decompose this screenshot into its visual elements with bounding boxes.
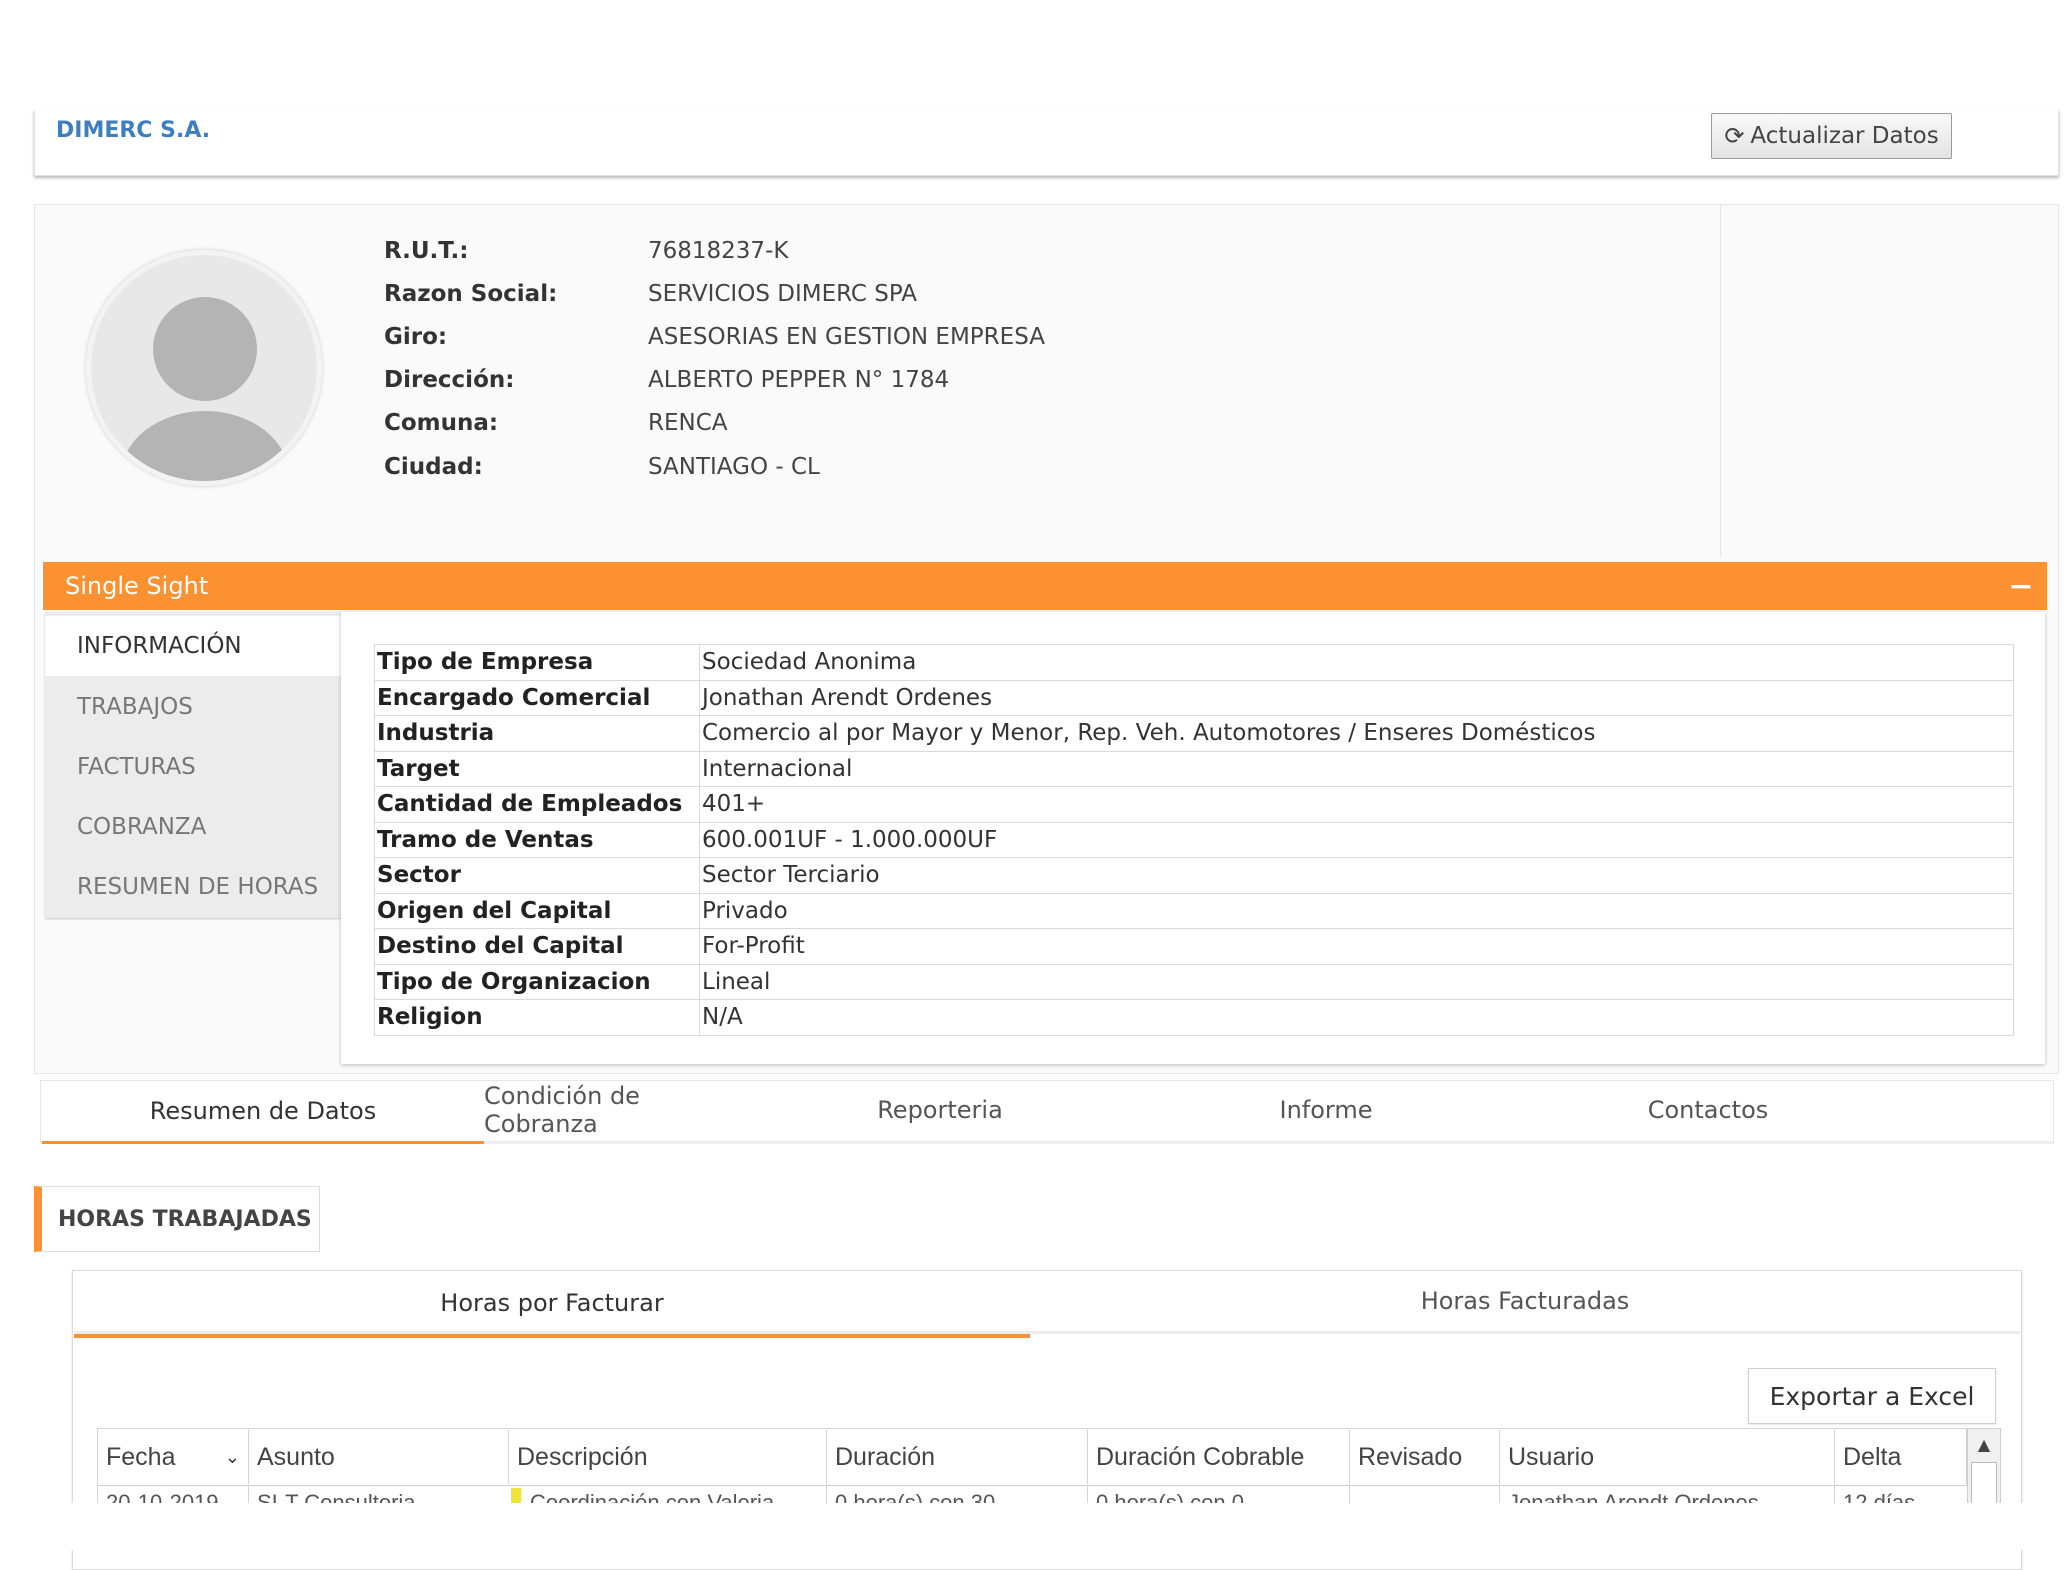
- attribute-key: Encargado Comercial: [374, 679, 700, 716]
- table-row: Industria Comercio al por Mayor y Menor, …: [374, 715, 2014, 752]
- table-row: Sector Sector Terciario: [374, 857, 2014, 894]
- column-header-revisado[interactable]: Revisado: [1349, 1430, 1499, 1484]
- attribute-value: 401+: [699, 786, 2014, 823]
- menu-item-facturas[interactable]: FACTURAS: [45, 737, 341, 797]
- section-title: HORAS TRABAJADAS: [34, 1186, 320, 1252]
- ciudad-value: SANTIAGO - CL: [648, 454, 820, 480]
- company-attributes-table: Tipo de Empresa Sociedad Anonima Encargad…: [374, 644, 2014, 1036]
- tab-condicion-de-cobranza[interactable]: Condición de Cobranza: [484, 1080, 748, 1140]
- rut-label: R.U.T.:: [384, 238, 469, 264]
- column-header-delta[interactable]: Delta: [1834, 1430, 1967, 1484]
- razon-social-label: Razon Social:: [384, 281, 558, 307]
- column-header-usuario[interactable]: Usuario: [1499, 1430, 1834, 1484]
- table-row: Target Internacional: [374, 750, 2014, 787]
- attribute-value: Jonathan Arendt Ordenes: [699, 679, 2014, 716]
- page-bottom-edge: [0, 1503, 2067, 1550]
- attribute-value: Sector Terciario: [699, 857, 2014, 894]
- column-header-asunto[interactable]: Asunto: [248, 1430, 508, 1484]
- attribute-value: Privado: [699, 892, 2014, 929]
- attribute-value: For-Profit: [699, 928, 2014, 965]
- attribute-key: Industria: [374, 715, 700, 752]
- column-header-fecha[interactable]: Fecha ⌄: [98, 1430, 248, 1484]
- ciudad-label: Ciudad:: [384, 454, 483, 480]
- scroll-up-icon[interactable]: ▲: [1970, 1432, 1998, 1456]
- giro-label: Giro:: [384, 324, 448, 350]
- column-header-label: Fecha: [106, 1442, 176, 1471]
- company-title: DIMERC S.A.: [56, 118, 211, 143]
- attribute-key: Destino del Capital: [374, 928, 700, 965]
- profile-divider: [1720, 205, 1721, 557]
- attribute-key: Target: [374, 750, 700, 787]
- column-header-duracion[interactable]: Duración: [826, 1430, 1087, 1484]
- status-marker: [511, 1488, 521, 1504]
- attribute-key: Origen del Capital: [374, 892, 700, 929]
- rut-value: 76818237-K: [648, 238, 789, 264]
- table-row: Religion N/A: [374, 999, 2014, 1036]
- table-row: Encargado Comercial Jonathan Arendt Orden…: [374, 679, 2014, 716]
- avatar-head-shape: [153, 297, 257, 401]
- single-sight-title: Single Sight: [65, 572, 209, 600]
- menu-item-informacion[interactable]: INFORMACIÓN: [45, 616, 341, 676]
- direccion-label: Dirección:: [384, 367, 515, 393]
- attribute-value: Internacional: [699, 750, 2014, 787]
- avatar-body-shape: [121, 411, 289, 481]
- column-header-duracion-cobrable[interactable]: Duración Cobrable: [1087, 1430, 1349, 1484]
- tab-informe[interactable]: Informe: [1226, 1080, 1426, 1140]
- table-row: Tipo de Organizacion Lineal: [374, 963, 2014, 1000]
- tab-contactos[interactable]: Contactos: [1608, 1080, 1808, 1140]
- refresh-icon: ⟳: [1724, 122, 1745, 150]
- single-sight-header: Single Sight: [43, 562, 2047, 610]
- giro-value: ASESORIAS EN GESTION EMPRESA: [648, 324, 1045, 350]
- attribute-key: Religion: [374, 999, 700, 1036]
- attribute-value: Sociedad Anonima: [699, 644, 2014, 681]
- collapse-button[interactable]: −: [2008, 569, 2034, 604]
- column-header-descripcion[interactable]: Descripción: [508, 1430, 826, 1484]
- refresh-data-button[interactable]: ⟳ Actualizar Datos: [1711, 113, 1952, 159]
- tab-reporteria[interactable]: Reporteria: [840, 1080, 1040, 1140]
- comuna-value: RENCA: [648, 410, 728, 436]
- subtab-horas-facturadas[interactable]: Horas Facturadas: [1030, 1272, 2020, 1330]
- attribute-key: Tipo de Organizacion: [374, 963, 700, 1000]
- attribute-key: Cantidad de Empleados: [374, 786, 700, 823]
- table-row: Tramo de Ventas 600.001UF - 1.000.000UF: [374, 821, 2014, 858]
- direccion-value: ALBERTO PEPPER N° 1784: [648, 367, 950, 393]
- menu-item-trabajos[interactable]: TRABAJOS: [45, 677, 341, 737]
- razon-social-value: SERVICIOS DIMERC SPA: [648, 281, 918, 307]
- refresh-button-label: Actualizar Datos: [1750, 123, 1939, 149]
- subtab-horas-por-facturar[interactable]: Horas por Facturar: [74, 1272, 1030, 1338]
- menu-item-resumen-de-horas[interactable]: RESUMEN DE HORAS: [45, 857, 341, 917]
- attribute-key: Sector: [374, 857, 700, 894]
- avatar: [86, 250, 322, 486]
- attribute-value: Comercio al por Mayor y Menor, Rep. Veh.…: [699, 715, 2014, 752]
- attribute-value: 600.001UF - 1.000.000UF: [699, 821, 2014, 858]
- tab-resumen-de-datos[interactable]: Resumen de Datos: [42, 1080, 484, 1144]
- chevron-down-icon[interactable]: ⌄: [225, 1447, 240, 1468]
- table-row: Origen del Capital Privado: [374, 892, 2014, 929]
- table-row: Tipo de Empresa Sociedad Anonima: [374, 644, 2014, 681]
- attribute-value: Lineal: [699, 963, 2014, 1000]
- menu-item-cobranza[interactable]: COBRANZA: [45, 797, 341, 857]
- comuna-label: Comuna:: [384, 410, 499, 436]
- attribute-key: Tramo de Ventas: [374, 821, 700, 858]
- attribute-value: N/A: [699, 999, 2014, 1036]
- table-row: Cantidad de Empleados 401+: [374, 786, 2014, 823]
- attribute-key: Tipo de Empresa: [374, 644, 700, 681]
- table-row: Destino del Capital For-Profit: [374, 928, 2014, 965]
- export-excel-button[interactable]: Exportar a Excel: [1748, 1368, 1996, 1424]
